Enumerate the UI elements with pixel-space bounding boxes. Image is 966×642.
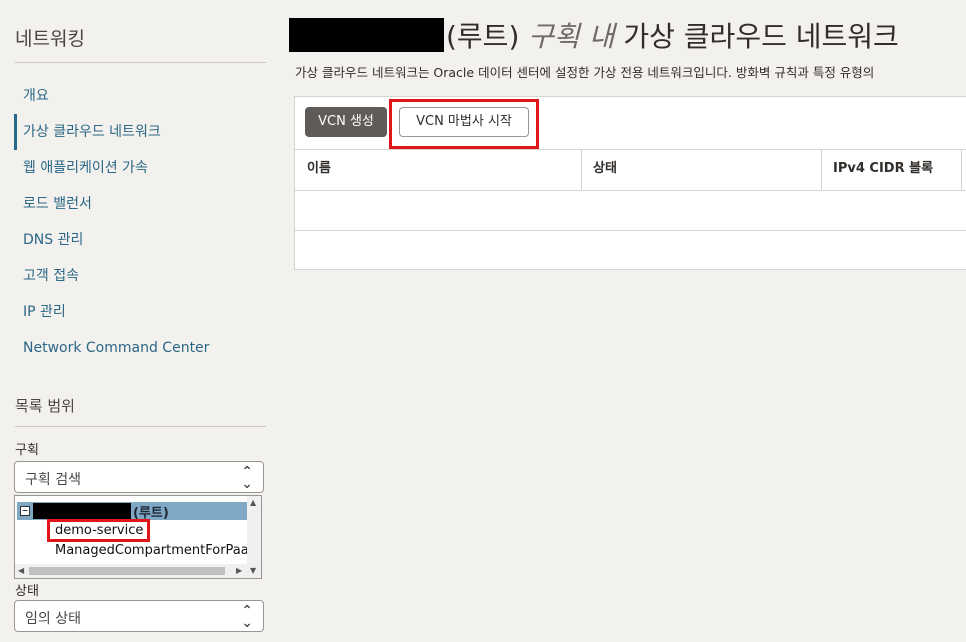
highlight-box-demo-service <box>47 519 150 542</box>
updown-chevron-icon: ⌃ ⌄ <box>241 603 253 631</box>
scroll-left-icon[interactable]: ◀ <box>18 566 24 575</box>
scope-title: 목록 범위 <box>15 397 75 415</box>
state-select-value: 임의 상태 <box>25 611 81 627</box>
scroll-down-icon[interactable]: ▼ <box>250 566 256 575</box>
collapse-icon[interactable]: − <box>20 506 30 516</box>
sidebar-item-dns[interactable]: DNS 관리 <box>14 222 266 258</box>
tree-item-managed-compartment[interactable]: ManagedCompartmentForPaaS <box>55 543 257 558</box>
title-italic: 구획 내 <box>528 20 615 53</box>
table-row-divider <box>295 230 966 231</box>
page-title: (루트) 구획 내 가상 클라우드 네트워크 <box>446 15 899 55</box>
create-vcn-button[interactable]: VCN 생성 <box>305 107 387 137</box>
sidebar-item-ip-management[interactable]: IP 관리 <box>14 294 266 330</box>
tree-root-node[interactable]: − (루트) <box>17 502 247 521</box>
table-header: 이름 상태 IPv4 CIDR 블록 <box>295 149 966 191</box>
compartment-search-input[interactable]: 구획 검색 ⌃ ⌄ <box>14 461 264 493</box>
sidebar-nav: 개요 가상 클라우드 네트워크 웹 애플리케이션 가속 로드 밸런서 DNS 관… <box>14 78 266 366</box>
sidebar-item-network-command-center[interactable]: Network Command Center <box>14 330 266 366</box>
column-header-name[interactable]: 이름 <box>307 150 331 190</box>
sidebar-item-customer-connectivity[interactable]: 고객 접속 <box>14 258 266 294</box>
redacted-block <box>33 503 131 519</box>
column-divider <box>961 150 962 190</box>
scroll-right-icon[interactable]: ▶ <box>236 566 242 575</box>
compartment-search-placeholder: 구획 검색 <box>25 472 81 488</box>
scroll-thumb[interactable] <box>29 567 225 575</box>
sidebar-item-web-acceleration[interactable]: 웹 애플리케이션 가속 <box>14 150 266 186</box>
updown-chevron-icon: ⌃ ⌄ <box>241 464 253 492</box>
tree-vertical-scrollbar[interactable]: ▲ ▼ <box>247 496 261 578</box>
column-header-state[interactable]: 상태 <box>593 150 617 190</box>
sidebar-item-load-balancer[interactable]: 로드 밸런서 <box>14 186 266 222</box>
state-label: 상태 <box>15 584 39 599</box>
title-root-suffix: (루트) <box>446 20 520 53</box>
scope-divider <box>15 426 266 427</box>
column-header-ipv4-cidr[interactable]: IPv4 CIDR 블록 <box>833 150 933 190</box>
column-divider <box>821 150 822 190</box>
title-rest: 가상 클라우드 네트워크 <box>623 20 899 53</box>
state-select[interactable]: 임의 상태 ⌃ ⌄ <box>14 600 264 632</box>
sidebar-divider <box>15 62 266 63</box>
tree-horizontal-scrollbar[interactable]: ◀ ▶ <box>15 564 247 578</box>
redacted-block <box>289 18 444 52</box>
scroll-up-icon[interactable]: ▲ <box>250 498 256 507</box>
column-divider <box>581 150 582 190</box>
sidebar-item-overview[interactable]: 개요 <box>14 78 266 114</box>
sidebar-item-vcn[interactable]: 가상 클라우드 네트워크 <box>14 114 266 150</box>
page-subtitle: 가상 클라우드 네트워크는 Oracle 데이터 센터에 설정한 가상 전용 네… <box>295 65 875 80</box>
vcn-panel: VCN 생성 VCN 마법사 시작 이름 상태 IPv4 CIDR 블록 <box>294 96 966 270</box>
compartment-label: 구획 <box>15 443 39 458</box>
highlight-box-wizard <box>389 99 539 149</box>
sidebar-title: 네트워킹 <box>15 28 85 50</box>
